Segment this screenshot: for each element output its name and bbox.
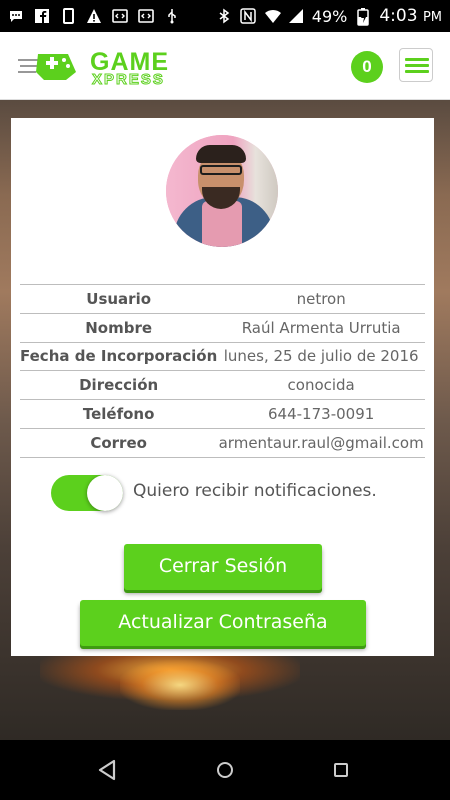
phone-icon [60, 8, 76, 24]
table-row: Nombre Raúl Armenta Urrutia [20, 312, 425, 343]
table-row: Dirección conocida [20, 370, 425, 400]
battery-charging-icon [355, 8, 371, 26]
row-value: conocida [217, 370, 425, 400]
notifications-toggle[interactable] [51, 475, 123, 511]
menu-line [405, 58, 429, 61]
clock: 4:03 PM [379, 6, 442, 26]
table-row: Usuario netron [20, 284, 425, 314]
signal-icon [288, 8, 304, 24]
gamepad-logo-icon [18, 54, 76, 80]
row-value: armentaur.raul@gmail.com [217, 427, 425, 458]
row-label: Dirección [20, 370, 218, 400]
profile-info-table: Usuario netron Nombre Raúl Armenta Urrut… [20, 284, 425, 458]
logout-button[interactable]: Cerrar Sesión [124, 544, 322, 590]
home-icon[interactable] [217, 762, 233, 778]
row-label: Usuario [20, 284, 218, 314]
profile-card: Usuario netron Nombre Raúl Armenta Urrut… [11, 118, 434, 656]
logo-subtitle: XPRESS [92, 71, 165, 89]
row-label: Teléfono [20, 399, 218, 429]
wifi-icon [264, 8, 281, 24]
menu-line [405, 64, 429, 67]
table-row: Teléfono 644-173-0091 [20, 399, 425, 429]
background-explosion-core [120, 660, 240, 710]
back-icon[interactable] [90, 750, 126, 790]
update-password-button[interactable]: Actualizar Contraseña [80, 600, 366, 646]
row-value: netron [217, 284, 425, 314]
warning-icon [86, 8, 102, 24]
row-value: Raúl Armenta Urrutia [217, 312, 425, 343]
code-icon [112, 8, 128, 24]
facebook-icon [34, 8, 50, 24]
row-label: Correo [20, 427, 218, 458]
row-value: lunes, 25 de julio de 2016 [217, 341, 425, 371]
status-bar: 49% 4:03 PM [0, 0, 450, 32]
cart-count-badge[interactable]: 0 [351, 51, 383, 83]
code-icon [138, 8, 154, 24]
menu-line [405, 70, 429, 73]
table-row: Fecha de Incorporación lunes, 25 de juli… [20, 341, 425, 371]
navigation-bar [0, 740, 450, 800]
nfc-icon [240, 8, 256, 24]
notifications-label: Quiero recibir notificaciones. [133, 481, 377, 501]
battery-percent: 49% [311, 6, 348, 26]
avatar [166, 135, 278, 247]
bluetooth-icon [216, 8, 232, 24]
row-label: Nombre [20, 312, 218, 343]
usb-icon [164, 8, 180, 24]
row-value: 644-173-0091 [217, 399, 425, 429]
row-label: Fecha de Incorporación [20, 341, 218, 371]
recents-icon[interactable] [334, 763, 348, 777]
table-row: Correo armentaur.raul@gmail.com [20, 427, 425, 458]
chat-icon [8, 8, 24, 24]
game-xpress-logo[interactable]: GAME XPRESS [18, 46, 188, 89]
hamburger-menu-button[interactable] [399, 48, 433, 82]
toggle-knob [87, 475, 123, 511]
